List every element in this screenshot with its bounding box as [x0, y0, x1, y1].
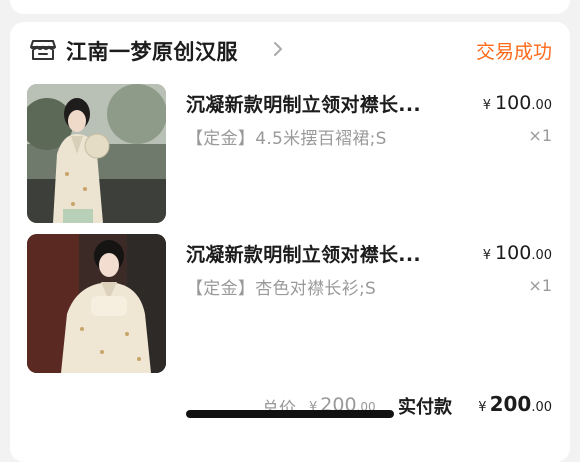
price-currency: ¥ [482, 248, 492, 263]
paid-decimal: .00 [531, 400, 552, 415]
price-integer: 100 [495, 242, 532, 264]
paid-amount: ¥200.00 [478, 392, 552, 416]
price-decimal: .00 [531, 98, 552, 113]
price-integer: 100 [495, 92, 532, 114]
product-quantity: ×1 [528, 276, 552, 295]
product-thumbnail[interactable] [27, 84, 166, 223]
paid-currency: ¥ [478, 400, 487, 415]
home-indicator[interactable] [186, 410, 394, 418]
product-sku: 【定金】4.5米摆百褶裙;S [186, 129, 387, 149]
paid-integer: 200 [489, 392, 532, 416]
chevron-right-icon[interactable] [272, 41, 284, 57]
shop-name[interactable]: 江南一梦原创汉服 [66, 36, 238, 66]
paid-label: 实付款 [398, 397, 452, 418]
product-title[interactable]: 沉凝新款明制立领对襟长... [186, 90, 450, 117]
product-thumbnail[interactable] [27, 234, 166, 373]
product-title[interactable]: 沉凝新款明制立领对襟长... [186, 240, 450, 267]
store-icon [30, 39, 56, 61]
order-card[interactable]: 江南一梦原创汉服 交易成功 沉凝新款明制立领对襟长... 【定金】4.5米摆百褶… [10, 22, 570, 462]
product-price: ¥100.00 [483, 92, 552, 114]
product-sku: 【定金】杏色对襟长衫;S [186, 279, 377, 299]
price-currency: ¥ [482, 98, 492, 113]
order-item[interactable]: 沉凝新款明制立领对襟长... 【定金】杏色对襟长衫;S ¥100.00 ×1 [10, 234, 570, 374]
product-price: ¥100.00 [483, 242, 552, 264]
price-decimal: .00 [531, 248, 552, 263]
order-status: 交易成功 [475, 41, 552, 63]
order-item[interactable]: 沉凝新款明制立领对襟长... 【定金】4.5米摆百褶裙;S ¥100.00 ×1 [10, 84, 570, 224]
previous-order-card [10, 0, 570, 14]
shop-header[interactable]: 江南一梦原创汉服 交易成功 [10, 22, 570, 78]
product-quantity: ×1 [528, 126, 552, 145]
